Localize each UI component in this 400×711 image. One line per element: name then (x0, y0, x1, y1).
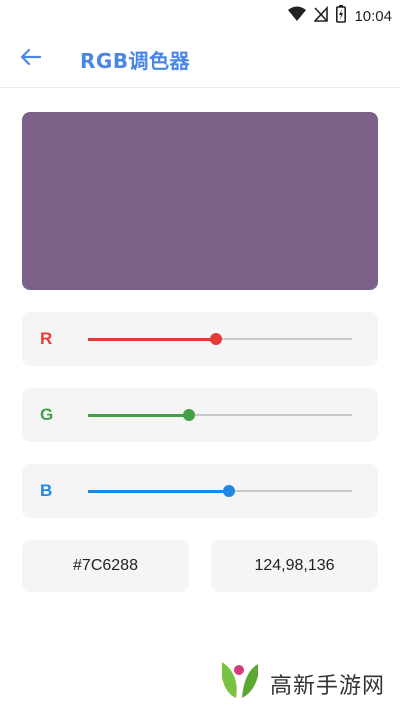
slider-label-green: G (40, 405, 54, 424)
slider-fill-green (88, 413, 190, 417)
slider-thumb-green[interactable] (183, 409, 196, 421)
page-title: RGB调色器 (80, 49, 191, 73)
hex-value-box[interactable]: #7C6288 (22, 540, 189, 592)
status-bar: 10:04 (0, 0, 400, 30)
slider-label-blue: B (40, 481, 53, 500)
slider-track-green[interactable] (88, 409, 352, 421)
slider-track-red[interactable] (88, 333, 352, 345)
slider-thumb-blue[interactable] (222, 485, 235, 497)
watermark-text: 高新手游网 (270, 673, 386, 699)
slider-fill-red (88, 337, 217, 341)
slider-track-blue[interactable] (88, 485, 352, 497)
status-icons: 10:04 (288, 5, 392, 28)
rgb-value-box[interactable]: 124,98,136 (211, 540, 378, 592)
back-button[interactable] (14, 44, 48, 74)
slider-card-green: G (22, 388, 378, 442)
color-preview (22, 112, 378, 290)
no-signal-icon (313, 5, 329, 27)
arrow-left-icon (20, 48, 42, 70)
slider-card-red: R (22, 312, 378, 366)
watermark-logo-icon (218, 658, 262, 709)
watermark: 高新手游网 (218, 658, 385, 709)
slider-fill-blue (88, 489, 229, 493)
app-bar: RGB调色器 (0, 30, 400, 88)
slider-thumb-red[interactable] (210, 333, 223, 345)
status-time: 10:04 (354, 8, 392, 25)
slider-card-blue: B (22, 464, 378, 518)
battery-icon (336, 5, 347, 28)
wifi-icon (288, 6, 307, 27)
slider-label-red: R (40, 329, 53, 348)
